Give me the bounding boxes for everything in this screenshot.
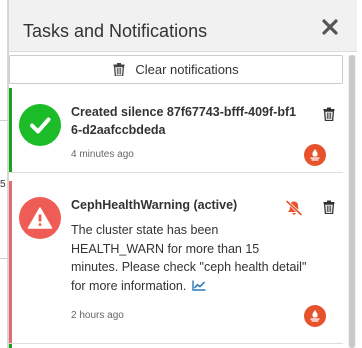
- notification-title: Created silence 87f67743-bfff-409f-bf16-…: [71, 105, 297, 137]
- notification-title: CephHealthWarning (active): [71, 198, 238, 212]
- notification-message: The cluster state has been HEALTH_WARN f…: [71, 221, 307, 295]
- bell-slash-icon: [285, 199, 303, 217]
- notification-message-text: The cluster state has been HEALTH_WARN f…: [71, 223, 307, 293]
- check-circle-icon: [19, 104, 61, 146]
- next-notification-status-bar: [9, 344, 12, 348]
- scrollbar[interactable]: [348, 55, 356, 348]
- trash-icon: [323, 107, 335, 122]
- close-icon: [322, 19, 338, 35]
- notification-time: 2 hours ago: [71, 310, 124, 321]
- background-page: [0, 0, 8, 348]
- status-bar: [9, 88, 12, 172]
- panel-title: Tasks and Notifications: [23, 21, 208, 41]
- status-bar: [9, 181, 12, 343]
- clear-notifications-label: Clear notifications: [135, 62, 239, 77]
- notification-item: Created silence 87f67743-bfff-409f-bf16-…: [9, 88, 343, 173]
- panel-header: Tasks and Notifications: [9, 0, 357, 52]
- background-divider: [0, 258, 8, 259]
- background-divider: [0, 120, 8, 121]
- notifications-panel: Tasks and Notifications Clear notificati…: [8, 0, 357, 348]
- trash-icon: [113, 63, 125, 76]
- notification-item: CephHealthWarning (active) The cluster s…: [9, 181, 343, 344]
- line-chart-icon[interactable]: [192, 280, 206, 291]
- clear-notifications-button[interactable]: Clear notifications: [9, 55, 343, 84]
- prometheus-icon[interactable]: [304, 305, 326, 327]
- trash-icon: [323, 200, 335, 215]
- delete-notification-button[interactable]: [323, 200, 335, 215]
- background-edge-text: 5: [0, 179, 6, 190]
- close-button[interactable]: [319, 16, 341, 38]
- prometheus-icon[interactable]: [304, 144, 326, 166]
- delete-notification-button[interactable]: [323, 107, 335, 122]
- scrollbar-thumb[interactable]: [349, 55, 355, 348]
- mute-notification-button[interactable]: [285, 199, 303, 217]
- warning-triangle-icon: [19, 197, 61, 239]
- notification-time: 4 minutes ago: [71, 149, 134, 160]
